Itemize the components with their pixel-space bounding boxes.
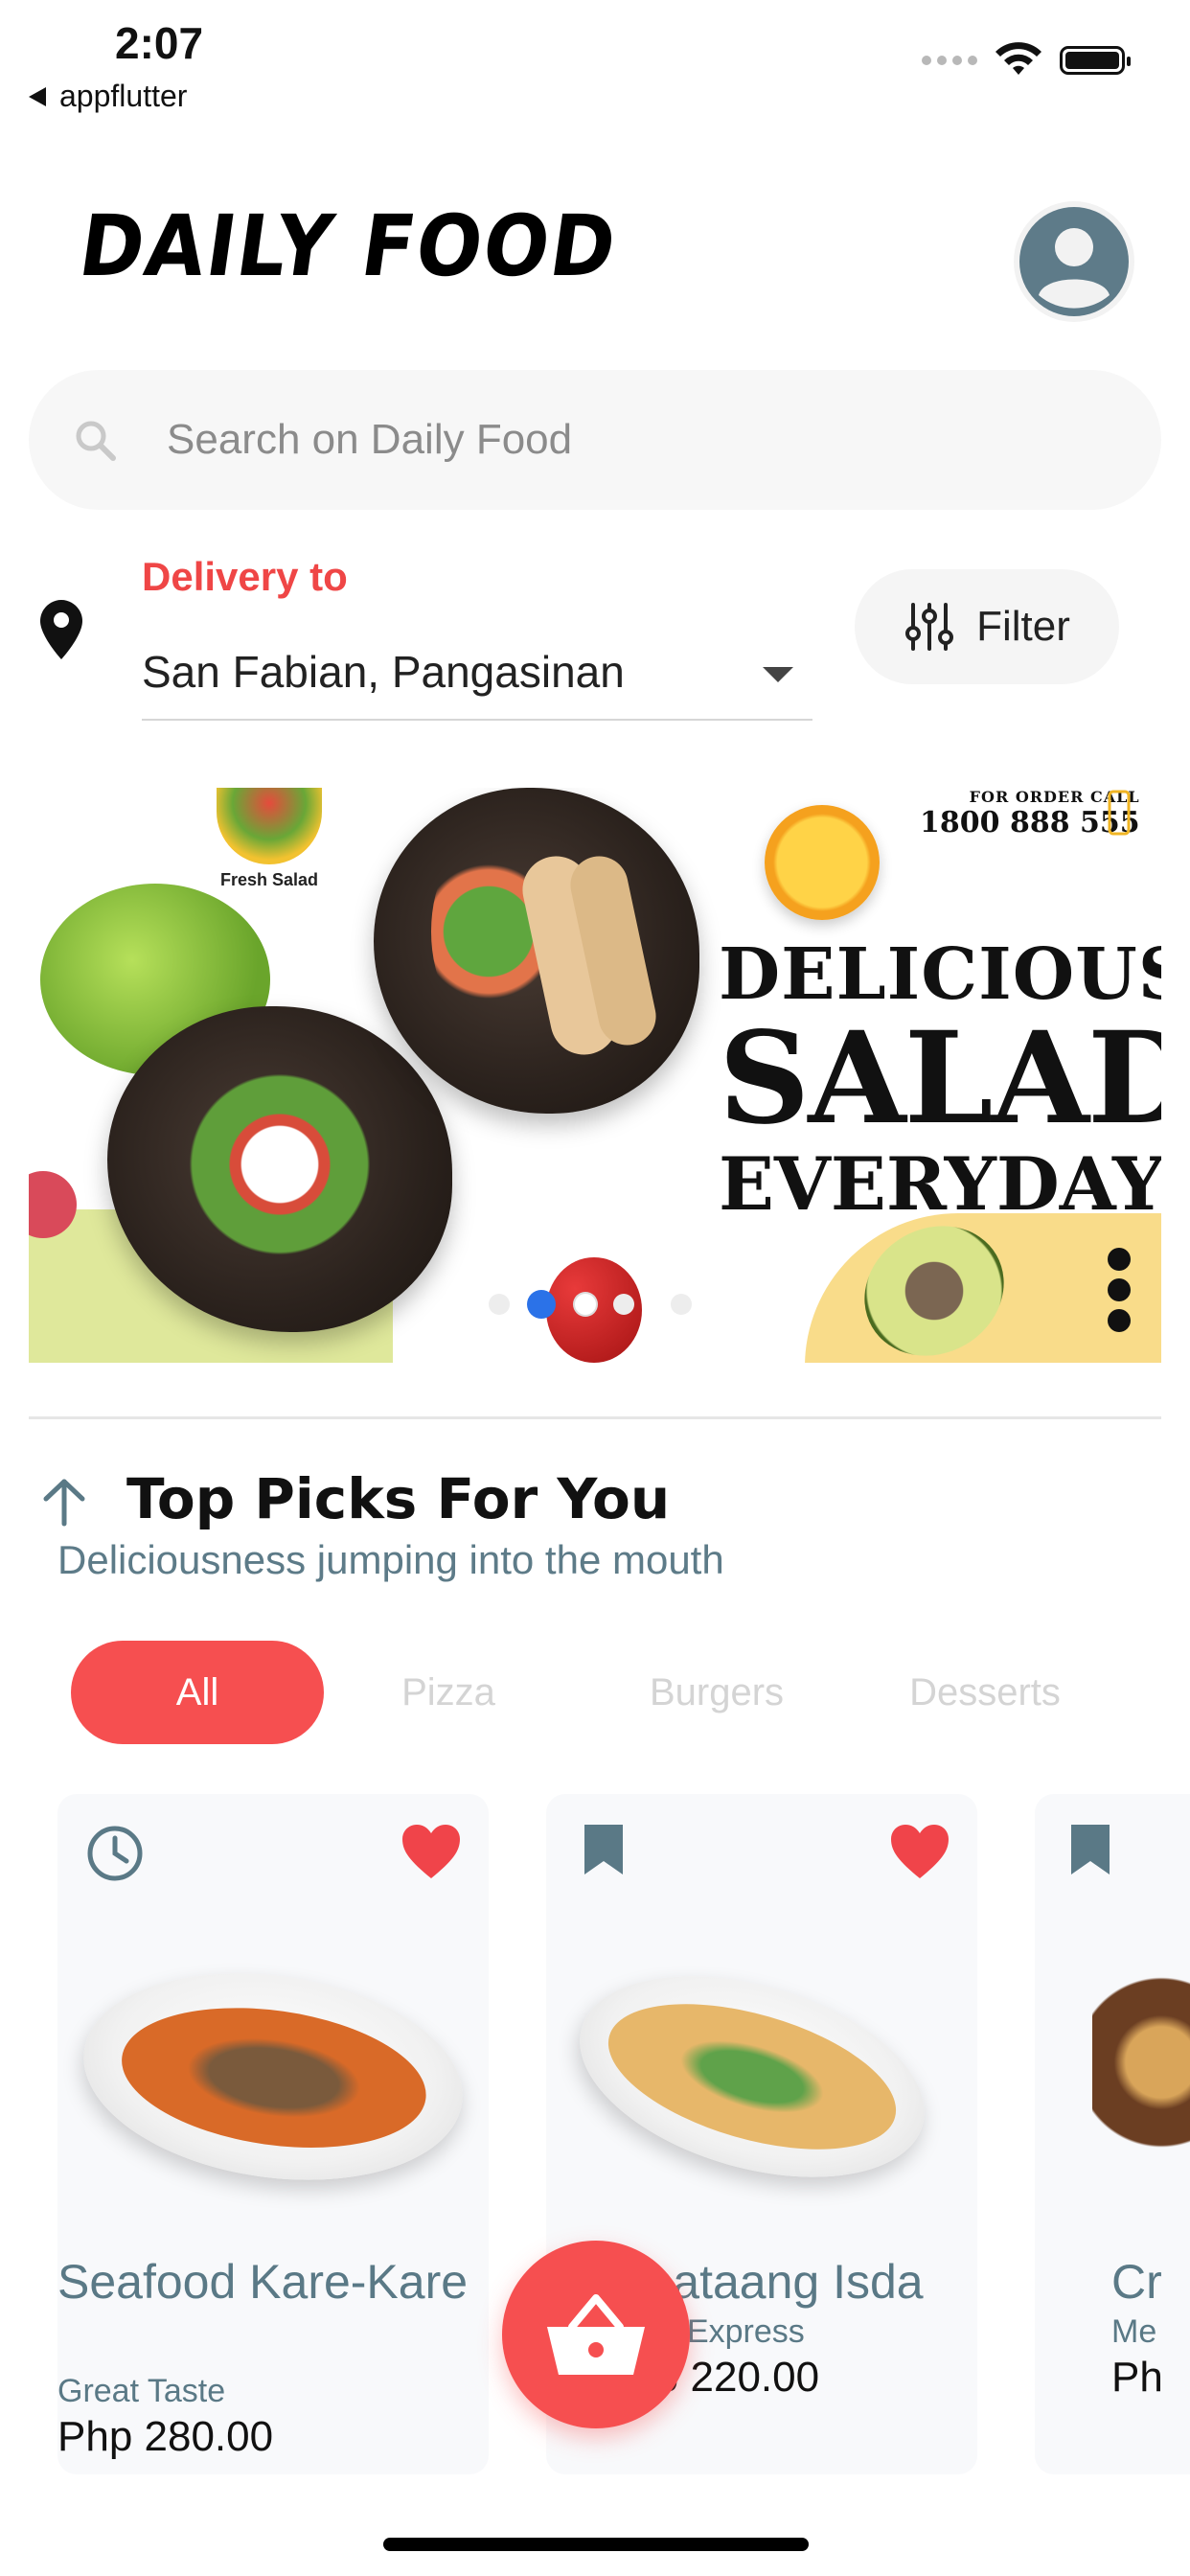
social-icons bbox=[1108, 1248, 1131, 1332]
instagram-icon bbox=[1108, 1248, 1131, 1271]
sliders-icon bbox=[905, 603, 954, 651]
bookmark-icon[interactable] bbox=[583, 1823, 625, 1876]
search-icon bbox=[76, 421, 116, 461]
location-pin-icon bbox=[40, 600, 82, 659]
food-image bbox=[556, 1940, 949, 2214]
category-chip-all[interactable]: All bbox=[71, 1641, 324, 1744]
carousel-dot[interactable] bbox=[575, 1294, 596, 1315]
food-image bbox=[70, 1950, 476, 2203]
delivery-location-value: San Fabian, Pangasinan bbox=[142, 647, 625, 697]
heart-icon[interactable] bbox=[889, 1823, 950, 1880]
clock-icon[interactable] bbox=[84, 1823, 146, 1884]
back-app-label: appflutter bbox=[59, 79, 188, 113]
search-bar[interactable] bbox=[29, 370, 1161, 510]
account-circle-icon bbox=[1019, 207, 1129, 316]
banner-line-2: SALAD bbox=[719, 1004, 1161, 1153]
twitter-icon bbox=[1108, 1309, 1131, 1332]
status-time: 2:07 bbox=[115, 18, 204, 68]
orange-image bbox=[765, 805, 880, 920]
section-divider bbox=[29, 1416, 1161, 1419]
food-name: Seafood Kare-Kare bbox=[57, 2255, 469, 2309]
food-name: Cr bbox=[1111, 2255, 1162, 2309]
heart-icon[interactable] bbox=[400, 1823, 462, 1880]
banner-headline: DELICIOUS SALAD EVERYDAY bbox=[719, 933, 1161, 1227]
back-triangle-icon bbox=[29, 86, 46, 106]
fresh-salad-badge-icon bbox=[217, 788, 322, 864]
delivery-label: Delivery to bbox=[142, 554, 348, 599]
search-input[interactable] bbox=[165, 415, 1031, 465]
food-card[interactable]: Cr Me Ph bbox=[1035, 1794, 1190, 2474]
dropdown-caret-icon bbox=[763, 667, 793, 682]
carousel-dot-active[interactable] bbox=[527, 1290, 556, 1319]
carousel-dot[interactable] bbox=[489, 1294, 510, 1315]
category-chip-pizza[interactable]: Pizza bbox=[353, 1641, 544, 1744]
bookmark-icon[interactable] bbox=[1069, 1823, 1111, 1876]
cart-button[interactable] bbox=[502, 2241, 690, 2428]
phone-icon bbox=[1108, 790, 1131, 836]
delivery-location-dropdown[interactable]: San Fabian, Pangasinan bbox=[142, 640, 812, 721]
filter-label: Filter bbox=[976, 603, 1070, 650]
food-restaurant: Me bbox=[1111, 2313, 1157, 2350]
food-card[interactable]: Seafood Kare-Kare Great Taste Php 280.00 bbox=[57, 1794, 489, 2474]
chicken-salad-bowl-image bbox=[374, 788, 699, 1114]
food-price: Ph bbox=[1111, 2354, 1163, 2401]
food-image bbox=[1092, 1966, 1190, 2158]
arrow-up-icon[interactable] bbox=[38, 1476, 90, 1528]
home-indicator bbox=[383, 2538, 809, 2551]
carousel-dot[interactable] bbox=[613, 1294, 634, 1315]
category-chip-burgers[interactable]: Burgers bbox=[602, 1641, 832, 1744]
battery-icon bbox=[1060, 46, 1131, 75]
status-icons bbox=[922, 42, 1131, 79]
banner-line-1: DELICIOUS bbox=[719, 933, 1161, 1016]
carousel-dot[interactable] bbox=[671, 1294, 692, 1315]
section-subtitle: Deliciousness jumping into the mouth bbox=[57, 1537, 724, 1582]
category-chip-desserts[interactable]: Desserts bbox=[870, 1641, 1100, 1744]
section-title: Top Picks For You bbox=[126, 1466, 671, 1531]
fresh-salad-label: Fresh Salad bbox=[220, 870, 319, 889]
signal-dots-icon bbox=[922, 56, 977, 65]
food-price: Php 280.00 bbox=[57, 2413, 274, 2460]
banner-line-3: EVERYDAY bbox=[719, 1141, 1161, 1227]
facebook-icon bbox=[1108, 1278, 1131, 1301]
back-to-app-link[interactable]: appflutter bbox=[29, 79, 187, 114]
profile-avatar-button[interactable] bbox=[1014, 201, 1134, 322]
promo-banner-carousel[interactable]: Fresh Salad FOR ORDER CALL 1800 888 555 … bbox=[29, 788, 1161, 1363]
wifi-icon bbox=[995, 42, 1041, 75]
daily-food-logo: DAILY FOOD bbox=[73, 196, 624, 295]
food-restaurant: Great Taste bbox=[57, 2373, 226, 2409]
filter-button[interactable]: Filter bbox=[855, 569, 1119, 684]
basket-icon bbox=[547, 2294, 645, 2375]
